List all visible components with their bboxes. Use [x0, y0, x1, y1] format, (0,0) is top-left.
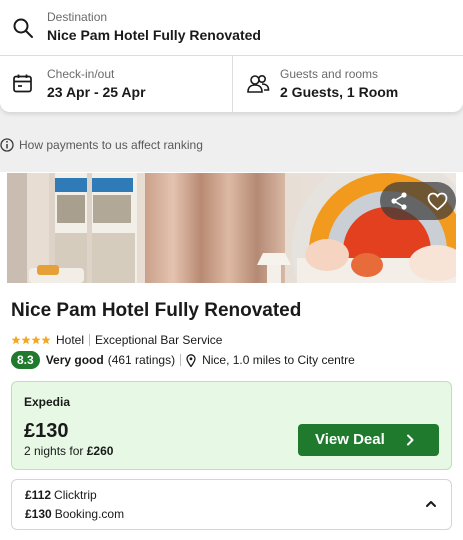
deal-nights-text: 2 nights for — [24, 444, 84, 458]
hotel-type: Hotel — [56, 333, 85, 347]
deal-provider: Expedia — [24, 395, 71, 409]
favourite-button[interactable] — [418, 182, 456, 220]
hotel-highlight: Exceptional Bar Service — [95, 333, 223, 347]
ranking-info-link[interactable]: How payments to us affect ranking — [0, 136, 203, 154]
other-deal-provider: Clicktrip — [54, 488, 97, 502]
view-deal-button[interactable]: View Deal — [298, 424, 439, 456]
info-icon — [0, 138, 14, 152]
view-deal-label: View Deal — [315, 431, 385, 448]
destination-value: Nice Pam Hotel Fully Renovated — [47, 27, 261, 43]
deal-price: £130 — [24, 420, 69, 442]
photo-actions — [380, 182, 456, 220]
guests-label: Guests and rooms — [280, 67, 379, 81]
field-divider — [232, 56, 233, 112]
hotel-meta: Hotel Exceptional Bar Service — [11, 332, 222, 348]
hotel-name[interactable]: Nice Pam Hotel Fully Renovated — [11, 300, 301, 322]
guests-icon — [247, 74, 270, 93]
featured-deal-card[interactable]: Expedia £130 2 nights for £260 View Deal — [11, 381, 452, 470]
meta-separator — [89, 334, 91, 346]
hotel-location: Nice, 1.0 miles to City centre — [202, 353, 355, 367]
star-icon — [21, 335, 31, 345]
search-summary-card: Destination Nice Pam Hotel Fully Renovat… — [0, 0, 463, 112]
hotel-rating-row: 8.3 Very good (461 ratings) Nice, 1.0 mi… — [11, 350, 355, 370]
ratings-count: (461 ratings) — [107, 353, 176, 367]
other-deal-row[interactable]: £112 Clicktrip — [25, 488, 97, 502]
ranking-note-text: How payments to us affect ranking — [19, 138, 203, 152]
star-icon — [31, 335, 41, 345]
other-deal-price: £130 — [25, 507, 52, 521]
rating-word: Very good — [45, 353, 104, 367]
checkin-label: Check-in/out — [47, 67, 115, 81]
other-deal-provider: Booking.com — [54, 507, 125, 521]
star-icon — [11, 335, 21, 345]
star-icon — [41, 335, 51, 345]
checkin-value: 23 Apr - 25 Apr — [47, 84, 146, 100]
destination-label: Destination — [47, 10, 108, 24]
chevron-up-icon[interactable] — [425, 499, 437, 509]
guests-field[interactable]: Guests and rooms 2 Guests, 1 Room — [233, 56, 463, 112]
share-icon — [391, 192, 407, 210]
search-icon — [13, 18, 33, 38]
guests-value: 2 Guests, 1 Room — [280, 84, 399, 100]
heart-icon — [427, 192, 447, 211]
other-deal-price: £112 — [25, 488, 52, 502]
deal-total-price: £260 — [86, 444, 114, 458]
other-deal-row[interactable]: £130 Booking.com — [25, 507, 124, 521]
meta-separator — [180, 354, 182, 366]
deal-nights-summary: 2 nights for £260 — [24, 444, 113, 458]
checkin-field[interactable]: Check-in/out 23 Apr - 25 Apr — [0, 56, 232, 112]
share-button[interactable] — [380, 182, 418, 220]
other-deals-card[interactable]: £112 Clicktrip £130 Booking.com — [11, 479, 452, 530]
review-score-badge: 8.3 — [11, 351, 40, 369]
calendar-icon — [13, 74, 32, 93]
destination-field[interactable]: Destination Nice Pam Hotel Fully Renovat… — [0, 0, 463, 56]
star-rating — [11, 335, 51, 345]
map-pin-icon — [186, 353, 196, 367]
chevron-right-icon — [407, 434, 414, 446]
